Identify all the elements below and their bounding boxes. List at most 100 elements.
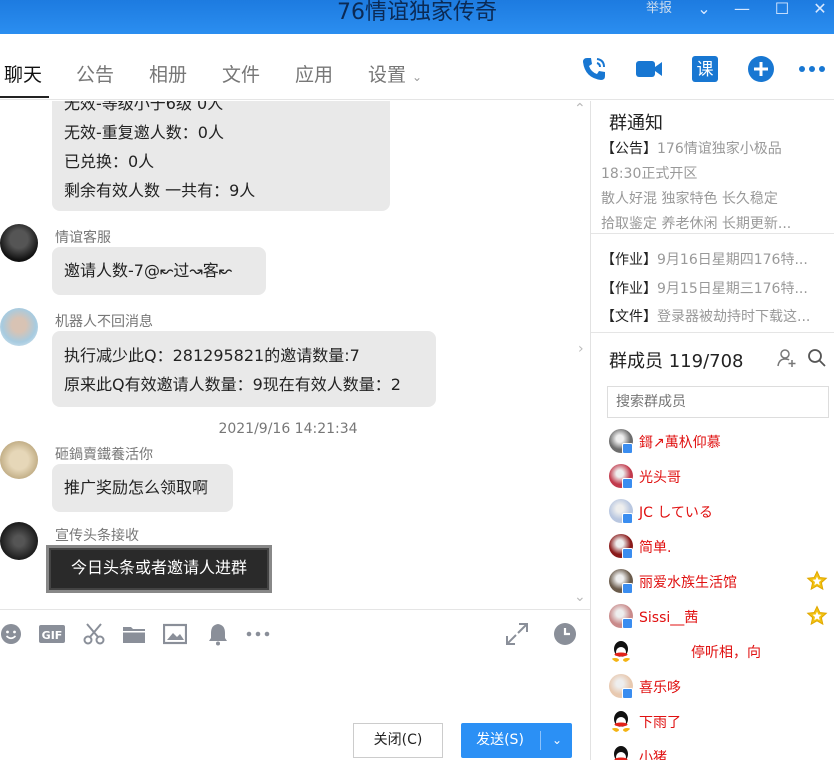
send-button[interactable]: 发送(S) ⌄: [461, 723, 572, 758]
member-row[interactable]: 简单.: [591, 529, 834, 564]
notice-text: 9月15日星期三176特...: [657, 281, 808, 297]
notice-line: 散人好混 独家特色 长久稳定: [601, 191, 778, 207]
scroll-down-icon[interactable]: ⌄: [574, 589, 586, 605]
member-name: 简单.: [639, 540, 672, 556]
history-icon[interactable]: [553, 622, 577, 646]
message-bubble: 无效-等级小于6级 0人 无效-重复邀人数：0人 已兑换：0人 剩余有效人数 一…: [52, 101, 390, 211]
notice-text: 登录器被劫持时下载这...: [657, 309, 811, 325]
member-name: Sissi__茜: [639, 610, 699, 626]
qq-avatar-icon[interactable]: [609, 744, 633, 760]
member-row[interactable]: 鎶↗萬杁仰慕: [591, 424, 834, 459]
notice-text: 176情谊独家小极品: [657, 141, 782, 157]
avatar[interactable]: [0, 308, 38, 346]
member-row[interactable]: 喜乐哆: [591, 669, 834, 704]
avatar[interactable]: [0, 522, 38, 560]
gif-icon[interactable]: GIF: [39, 622, 65, 646]
notice-item[interactable]: 【文件】登录器被劫持时下载这...: [601, 306, 831, 326]
right-panel: 群通知 【公告】176情谊独家小极品 18:30正式开区 散人好混 独家特色 长…: [590, 101, 834, 760]
scroll-up-icon[interactable]: ⌃: [574, 101, 586, 117]
member-name: 喜乐哆: [639, 680, 681, 696]
tab-chat[interactable]: 聊天: [4, 60, 42, 87]
qq-avatar-icon[interactable]: [609, 709, 633, 733]
search-icon[interactable]: [807, 348, 827, 368]
notice-item[interactable]: 【作业】9月15日星期三176特...: [601, 278, 831, 298]
tab-bar: 聊天 公告 相册 文件 应用 设置 ⌄ 课: [0, 34, 834, 100]
message-bubble: 今日头条或者邀请人进群: [46, 545, 272, 593]
sender-name: 情谊客服: [55, 230, 111, 246]
add-member-icon[interactable]: [777, 348, 797, 368]
member-row[interactable]: 停听相，向: [591, 634, 834, 669]
member-name: 光头哥: [639, 470, 681, 486]
chevron-down-icon: ⌄: [412, 70, 423, 84]
member-name: 停听相，向: [691, 645, 761, 661]
tab-settings[interactable]: 设置 ⌄: [368, 60, 422, 87]
device-badge-icon: [622, 618, 633, 629]
device-badge-icon: [622, 583, 633, 594]
member-search-input[interactable]: [608, 387, 828, 417]
chevron-down-icon[interactable]: ⌄: [543, 723, 571, 758]
member-name: JC している: [639, 505, 713, 521]
member-row[interactable]: 丽爱水族生活馆: [591, 564, 834, 599]
message-line: 已兑换：0人: [64, 152, 155, 171]
message-bubble: 执行减少此Q：281295821的邀请数量:7 原来此Q有效邀请人数量：9现在有…: [52, 331, 436, 407]
member-row[interactable]: JC している: [591, 494, 834, 529]
message-line: 原来此Q有效邀请人数量：9现在有效人数量：2: [64, 375, 401, 394]
message-line: 邀请人数-7@↜过↝客↜: [64, 261, 233, 280]
more-icon[interactable]: [797, 54, 827, 84]
active-tab-indicator: [0, 96, 49, 98]
close-icon[interactable]: ✕: [806, 0, 834, 20]
notice-line[interactable]: 【公告】176情谊独家小极品: [601, 138, 831, 158]
report-link[interactable]: 举报: [646, 0, 672, 18]
image-icon[interactable]: [163, 622, 187, 646]
add-icon[interactable]: [746, 54, 776, 84]
more-icon[interactable]: [245, 622, 271, 646]
notice-item[interactable]: 【作业】9月16日星期四176特...: [601, 249, 831, 269]
maximize-icon[interactable]: ☐: [768, 0, 796, 20]
expand-icon[interactable]: [505, 622, 529, 646]
phone-icon[interactable]: [579, 54, 609, 84]
message-timestamp: 2021/9/16 14:21:34: [218, 421, 358, 437]
member-row[interactable]: 光头哥: [591, 459, 834, 494]
avatar[interactable]: [0, 224, 38, 262]
chat-history[interactable]: 无效-等级小于6级 0人 无效-重复邀人数：0人 已兑换：0人 剩余有效人数 一…: [0, 101, 590, 609]
member-row[interactable]: 下雨了: [591, 704, 834, 739]
group-notice-title: 群通知: [609, 113, 663, 134]
device-badge-icon: [622, 478, 633, 489]
message-input[interactable]: [0, 659, 590, 719]
notice-tag: 【作业】: [601, 252, 657, 268]
tab-album[interactable]: 相册: [149, 60, 187, 87]
member-name: 下雨了: [639, 715, 681, 731]
tab-files[interactable]: 文件: [222, 60, 260, 87]
members-title: 群成员 119/708: [609, 351, 744, 372]
course-icon[interactable]: 课: [690, 54, 720, 84]
chevron-right-icon[interactable]: ›: [578, 341, 584, 357]
notice-tag: 【作业】: [601, 281, 657, 297]
title-bar: 76情谊独家传奇 举报 ⌄ — ☐ ✕: [0, 0, 834, 34]
message-bubble: 推广奖励怎么领取啊: [52, 464, 233, 512]
star-badge-icon: [806, 570, 828, 591]
message-bubble: 邀请人数-7@↜过↝客↜: [52, 247, 266, 295]
bell-icon[interactable]: [206, 622, 230, 646]
message-line: 无效-重复邀人数：0人: [64, 123, 224, 142]
close-button[interactable]: 关闭(C): [353, 723, 443, 758]
scissors-icon[interactable]: [82, 622, 106, 646]
notice-line: 拾取鉴定 养老休闲 长期更新...: [601, 216, 792, 232]
device-badge-icon: [622, 513, 633, 524]
minimize-icon[interactable]: —: [728, 0, 756, 20]
emoji-icon[interactable]: [0, 622, 24, 646]
video-icon[interactable]: [634, 54, 664, 84]
chevron-down-icon[interactable]: ⌄: [690, 0, 718, 20]
member-row[interactable]: Sissi__茜: [591, 599, 834, 634]
avatar[interactable]: [0, 441, 38, 479]
folder-icon[interactable]: [122, 622, 146, 646]
notice-tag: 【文件】: [601, 309, 657, 325]
tab-announcement[interactable]: 公告: [76, 60, 114, 87]
member-name: 鎶↗萬杁仰慕: [639, 435, 721, 451]
qq-avatar-icon[interactable]: [609, 639, 633, 663]
divider: [591, 332, 834, 333]
tab-apps[interactable]: 应用: [295, 60, 333, 87]
notice-line: 18:30正式开区: [601, 166, 698, 182]
member-row[interactable]: 小猪: [591, 739, 834, 760]
tab-settings-label: 设置: [368, 64, 407, 86]
member-name: 丽爱水族生活馆: [639, 575, 737, 591]
